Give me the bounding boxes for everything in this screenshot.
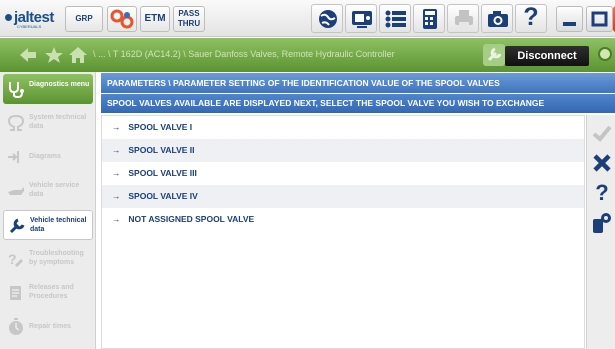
instruction-text: SPOOL VALVES AVAILABLE ARE DISPLAYED NEX… [101, 94, 615, 113]
sidebar-item-label: Vehicle service data [29, 182, 80, 198]
spool-valve-item-unassigned[interactable]: → NOT ASSIGNED SPOOL VALVE [102, 208, 584, 231]
section-title: PARAMETERS \ PARAMETER SETTING OF THE ID… [101, 73, 615, 93]
list-item-label: SPOOL VALVE III [128, 168, 197, 178]
arrow-right-icon: → [112, 191, 121, 201]
pass-label: PASS [178, 9, 200, 18]
sidebar-item-repair-times[interactable]: Repair times [3, 312, 93, 342]
camera-button[interactable] [481, 4, 513, 33]
oil-can-icon [8, 187, 24, 195]
stopwatch-icon [9, 318, 23, 335]
sidebar-item-troubleshooting[interactable]: ? Troubleshooting by symptoms [3, 244, 93, 274]
home-icon[interactable] [68, 46, 88, 64]
sidebar-item-label: Vehicle technical data [30, 217, 87, 233]
connection-status-icon [598, 47, 612, 61]
sidebar-item-label: Diagnostics menu [29, 81, 90, 88]
sidebar-item-releases-procedures[interactable]: Releases and Procedures [3, 278, 93, 308]
maximize-icon [591, 11, 608, 27]
confirm-check-icon[interactable] [590, 121, 614, 145]
list-item-label: NOT ASSIGNED SPOOL VALVE [128, 214, 255, 224]
pass-thru-button[interactable]: PASS THRU [173, 6, 205, 32]
spool-valve-item-2[interactable]: → SPOOL VALVE II [102, 139, 584, 162]
sidebar-item-label: Diagrams [29, 153, 61, 160]
logo-subtext: CYBERUALS [17, 24, 42, 29]
print-button[interactable] [447, 4, 479, 33]
help-icon: ? [523, 3, 539, 31]
wrench-icon [487, 47, 502, 62]
sidebar-item-label: Repair times [29, 323, 72, 330]
etm-label: ETM [144, 13, 166, 24]
grp-button[interactable]: GRP [65, 6, 103, 32]
arrow-right-icon: → [112, 214, 121, 224]
favorite-star-icon[interactable] [44, 46, 64, 64]
breadcrumb-path: \ ... \ T 162D (AC14.2) \ Sauer Danfoss … [93, 49, 395, 59]
maximize-button[interactable] [586, 6, 613, 32]
arrow-right-icon: → [112, 168, 121, 178]
arrow-right-icon: → [112, 122, 121, 132]
minimize-icon [563, 22, 576, 26]
main-toolbar: jaltest CYBERUALS GRP ETM PASS THRU ? [0, 0, 615, 37]
spool-valve-item-1[interactable]: → SPOOL VALVE I [102, 116, 584, 139]
list-item-label: SPOOL VALVE II [128, 145, 195, 155]
calculator-button[interactable] [413, 4, 445, 33]
diagram-icon [8, 151, 19, 163]
rings-icon [110, 9, 134, 29]
back-arrow-icon[interactable] [18, 46, 38, 64]
sidebar-item-label: Releases and Procedures [29, 284, 74, 300]
sidebar-item-vehicle-service-data[interactable]: Vehicle service data [3, 176, 93, 206]
disconnect-button[interactable]: Disconnect [505, 46, 589, 66]
sidebar-item-system-technical-data[interactable]: System technical data [3, 108, 93, 138]
settings-tools-icon[interactable] [590, 211, 614, 235]
minimize-button[interactable] [556, 6, 583, 32]
wrench-icon [9, 218, 25, 234]
sidebar-item-label: Troubleshooting by symptoms [29, 250, 84, 266]
globe-button[interactable] [311, 4, 343, 33]
sidebar-item-diagnostics-menu[interactable]: Diagnostics menu [3, 74, 93, 104]
thru-label: THRU [177, 19, 201, 28]
tool-button[interactable] [483, 44, 505, 66]
navigation-bar: \ ... \ T 162D (AC14.2) \ Sauer Danfoss … [0, 38, 615, 72]
spool-valve-item-3[interactable]: → SPOOL VALVE III [102, 162, 584, 185]
arrow-right-icon: → [112, 145, 121, 155]
camera-icon [488, 11, 508, 27]
printer-icon [455, 10, 473, 28]
rings-button[interactable] [107, 6, 137, 32]
etm-button[interactable]: ETM [140, 6, 170, 32]
list-item-label: SPOOL VALVE I [128, 122, 193, 132]
help-icon[interactable]: ? [590, 181, 614, 205]
document-icon [10, 286, 21, 300]
list-button[interactable] [379, 4, 411, 33]
grp-label: GRP [75, 14, 93, 23]
question-wrench-icon: ? [8, 251, 24, 268]
spool-valve-list: → SPOOL VALVE I → SPOOL VALVE II → SPOOL… [101, 115, 585, 349]
sidebar: Diagnostics menu System technical data D… [0, 72, 96, 349]
logo-dot-icon [5, 14, 12, 21]
help-button[interactable]: ? [515, 3, 547, 33]
sidebar-item-diagrams[interactable]: Diagrams [3, 142, 93, 172]
spool-valve-item-4[interactable]: → SPOOL VALVE IV [102, 185, 584, 208]
sidebar-item-vehicle-technical-data[interactable]: Vehicle technical data [3, 210, 93, 240]
list-icon [385, 10, 406, 28]
globe-icon [319, 10, 337, 28]
cancel-cross-icon[interactable] [590, 151, 614, 175]
jaltest-logo: jaltest CYBERUALS [5, 9, 61, 31]
tv-button[interactable] [345, 4, 377, 33]
list-item-label: SPOOL VALVE IV [128, 191, 198, 201]
tv-icon [352, 11, 372, 28]
calculator-icon [423, 9, 437, 29]
sidebar-item-label: System technical data [29, 114, 87, 130]
svg-text:?: ? [8, 251, 17, 267]
action-panel: ? [586, 115, 615, 349]
ohm-icon [7, 114, 25, 131]
stethoscope-icon [9, 82, 24, 98]
